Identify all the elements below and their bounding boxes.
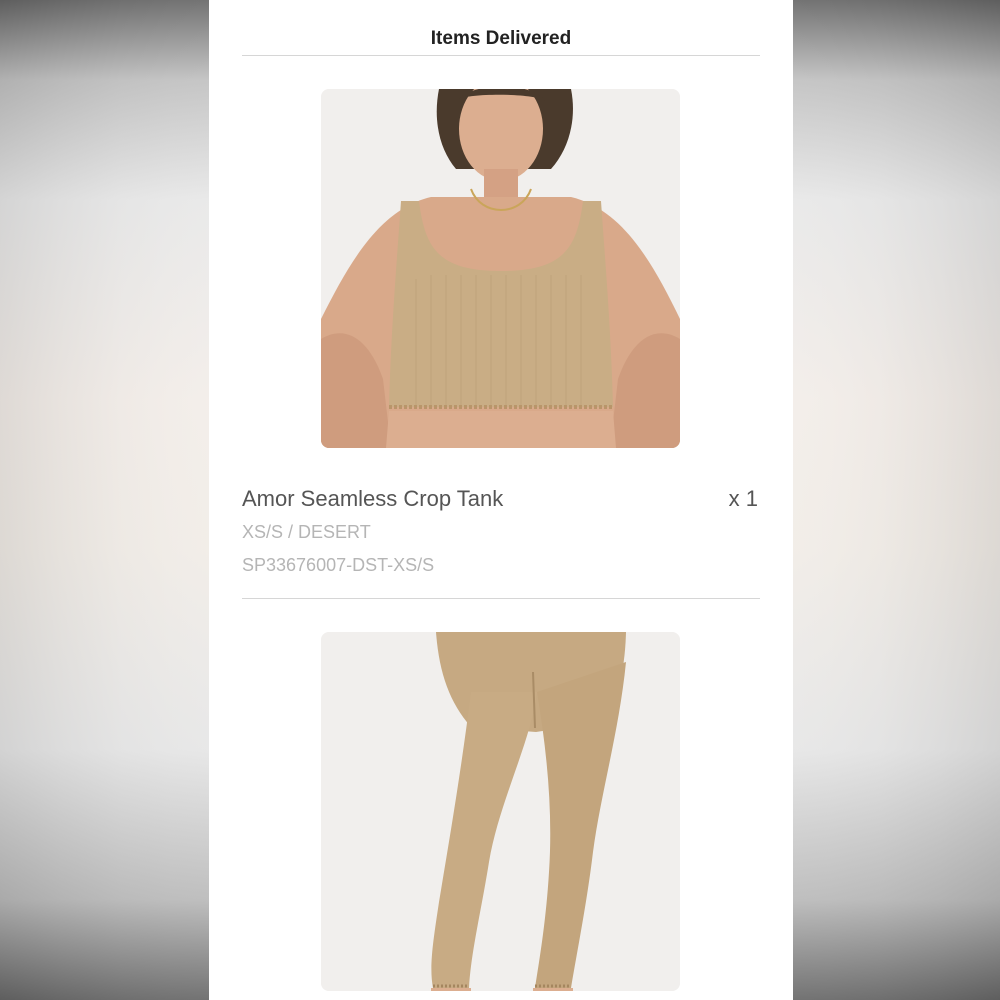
item-sku: SP33676007-DST-XS/S xyxy=(242,555,435,575)
backdrop-left xyxy=(0,0,209,1000)
item-quantity: x 1 xyxy=(728,486,758,511)
divider xyxy=(242,55,760,56)
item-variant: XS/S / DESERT xyxy=(242,522,371,542)
order-panel: Items Delivered Amor Seamless Crop Tank … xyxy=(209,0,793,1000)
divider xyxy=(242,598,760,599)
leggings-image xyxy=(321,632,680,991)
crop-tank-photo[interactable] xyxy=(321,89,680,448)
section-title: Items Delivered xyxy=(430,28,572,49)
backdrop-right xyxy=(793,0,1000,1000)
leggings-photo[interactable] xyxy=(321,632,680,991)
item-name[interactable]: Amor Seamless Crop Tank xyxy=(242,486,503,512)
crop-tank-image xyxy=(321,89,680,448)
